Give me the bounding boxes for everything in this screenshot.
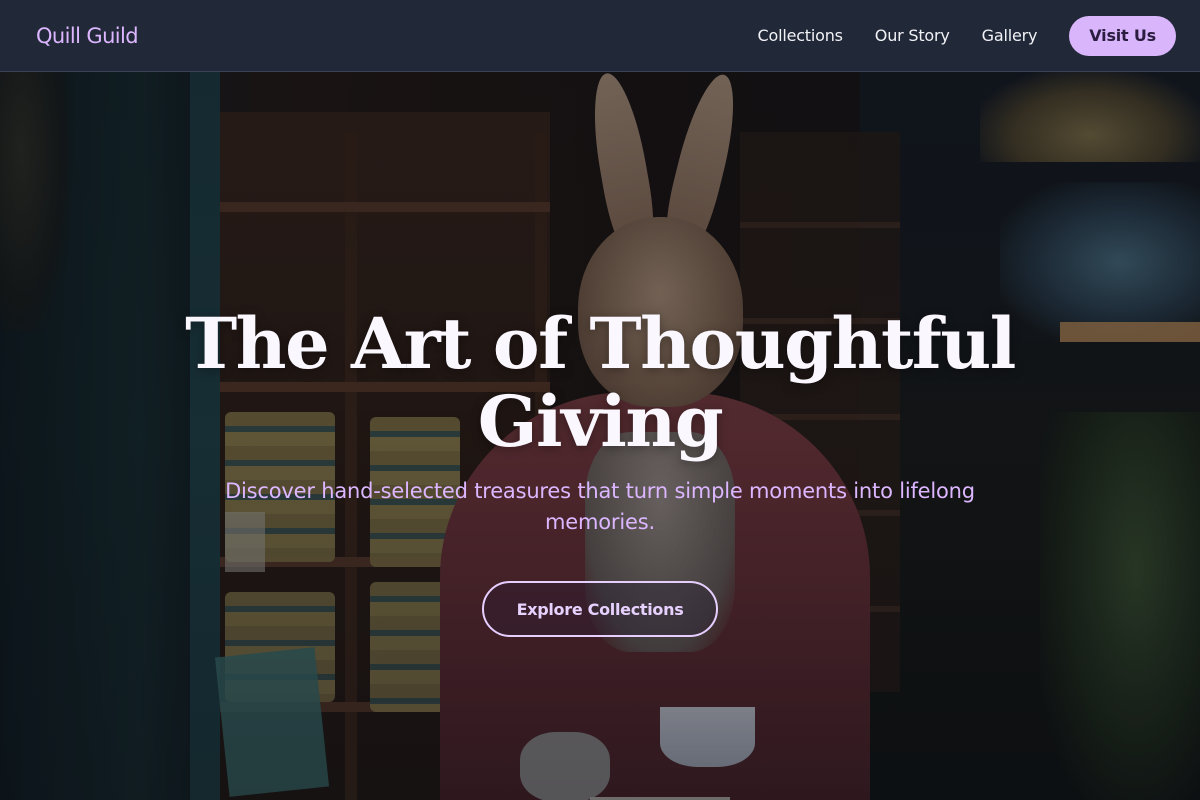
explore-collections-button[interactable]: Explore Collections <box>482 581 718 637</box>
hero-title-line-2: Giving <box>477 380 724 463</box>
nav-link-gallery[interactable]: Gallery <box>982 26 1038 45</box>
nav-link-collections[interactable]: Collections <box>758 26 843 45</box>
brand-logo[interactable]: Quill Guild <box>36 24 139 48</box>
hero-title-line-1: The Art of Thoughtful <box>185 302 1016 385</box>
hero-title: The Art of Thoughtful Giving <box>150 305 1050 461</box>
hero-content: The Art of Thoughtful Giving Discover ha… <box>0 72 1200 800</box>
top-navbar: Quill Guild Collections Our Story Galler… <box>0 0 1200 72</box>
nav-link-our-story[interactable]: Our Story <box>875 26 950 45</box>
visit-us-button[interactable]: Visit Us <box>1069 15 1176 56</box>
primary-nav: Collections Our Story Gallery Visit Us <box>758 15 1176 56</box>
hero-subtitle: Discover hand-selected treasures that tu… <box>225 479 975 534</box>
